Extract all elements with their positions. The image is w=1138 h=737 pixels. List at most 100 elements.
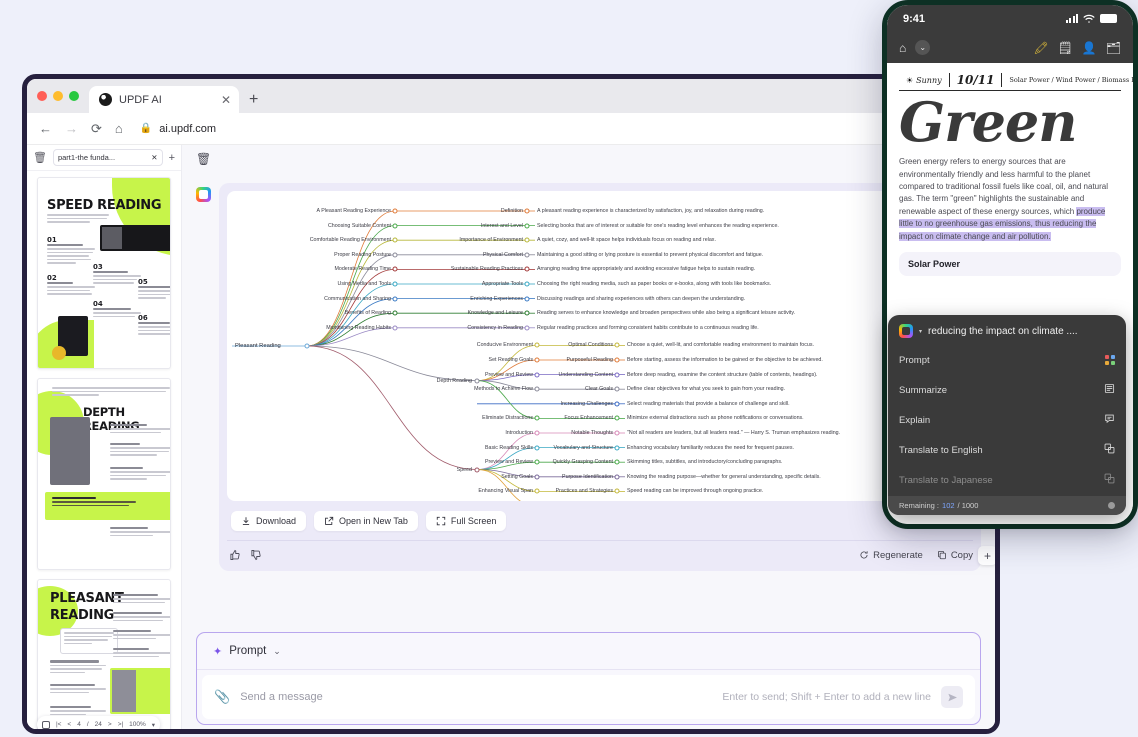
mindmap-node[interactable] bbox=[524, 281, 530, 287]
pages-icon[interactable]: 🗂 bbox=[1106, 41, 1121, 55]
open-in-new-tab-label: Open in New Tab bbox=[339, 516, 408, 526]
mindmap-node[interactable] bbox=[614, 357, 620, 363]
remaining-label: Remaining : bbox=[899, 501, 940, 510]
close-icon[interactable]: ✕ bbox=[151, 153, 157, 162]
zoom-level[interactable]: 100% bbox=[129, 721, 146, 728]
page-thumbnail[interactable]: PLEASANT READING bbox=[37, 579, 171, 729]
document-tab[interactable]: part1-the funda... ✕ bbox=[52, 149, 163, 166]
page-thumbnail[interactable]: SPEED READING 01 02 03 04 05 06 bbox=[37, 177, 171, 369]
page-thumbnail-list[interactable]: SPEED READING 01 02 03 04 05 06 DEPTH RE… bbox=[27, 171, 181, 729]
chevron-down-icon[interactable]: ⌄ bbox=[273, 646, 281, 657]
ai-menu-item-prompt[interactable]: Prompt bbox=[888, 345, 1126, 375]
mindmap-label: Importance of Environment bbox=[459, 237, 523, 244]
mindmap-node[interactable] bbox=[614, 445, 620, 451]
mindmap-node[interactable] bbox=[614, 415, 620, 421]
maximize-window-button[interactable] bbox=[69, 91, 79, 101]
mindmap-node[interactable] bbox=[524, 208, 530, 214]
chevron-down-icon[interactable]: ⌄ bbox=[915, 40, 931, 55]
home-icon[interactable]: ⌂ bbox=[115, 121, 123, 136]
composer-mode-label: Prompt bbox=[229, 645, 267, 657]
mindmap-label: Speed bbox=[456, 466, 472, 473]
full-screen-button[interactable]: Full Screen bbox=[425, 511, 507, 531]
copy-button[interactable]: Copy bbox=[937, 550, 973, 561]
back-icon[interactable]: ← bbox=[39, 121, 52, 136]
page-navigation-bar[interactable]: |< < 4 / 24 > >| 100% ▾ bbox=[37, 716, 160, 729]
page-thumbnail[interactable]: DEPTH READING bbox=[37, 378, 171, 570]
minimize-window-button[interactable] bbox=[53, 91, 63, 101]
mindmap-node[interactable] bbox=[614, 488, 620, 494]
ai-menu-item-explain[interactable]: Explain bbox=[888, 405, 1126, 435]
close-window-button[interactable] bbox=[37, 91, 47, 101]
chevron-down-icon[interactable]: ▾ bbox=[152, 721, 155, 729]
ai-menu-item-summarize[interactable]: Summarize bbox=[888, 375, 1126, 405]
mindmap-node[interactable] bbox=[524, 296, 530, 302]
last-page-button[interactable]: >| bbox=[118, 721, 123, 728]
home-icon[interactable]: ⌂ bbox=[899, 41, 906, 55]
mindmap-node[interactable] bbox=[614, 459, 620, 465]
previous-page-button[interactable]: < bbox=[67, 721, 71, 728]
info-icon[interactable] bbox=[1108, 502, 1115, 509]
highlighter-icon[interactable]: 🖍 bbox=[1033, 41, 1048, 55]
zoom-in-button[interactable]: + bbox=[978, 546, 995, 565]
mindmap-label: Notable Thoughts bbox=[571, 430, 613, 436]
first-page-button[interactable]: |< bbox=[56, 721, 61, 728]
mindmap-label: Maintaining a good sitting or lying post… bbox=[537, 251, 764, 258]
signature-icon[interactable]: 👤 bbox=[1082, 41, 1097, 55]
mindmap-label: Vocabulary and Structure bbox=[553, 444, 613, 451]
ai-menu-header: ▾ reducing the impact on climate .... bbox=[888, 315, 1126, 345]
regenerate-button[interactable]: Regenerate bbox=[859, 550, 923, 561]
mindmap-node[interactable] bbox=[474, 467, 480, 472]
composer-hint: Enter to send; Shift + Enter to add a ne… bbox=[722, 691, 931, 703]
mindmap-label: Enriching Experiences bbox=[470, 295, 523, 302]
mindmap-label: Definition bbox=[500, 208, 523, 214]
mindmap-node[interactable] bbox=[524, 310, 530, 316]
new-tab-button[interactable]: + bbox=[249, 91, 258, 109]
mindmap-label: Select reading materials that provide a … bbox=[627, 400, 790, 407]
browser-tab[interactable]: UPDF AI ✕ bbox=[89, 86, 239, 113]
copy-label: Copy bbox=[950, 549, 973, 561]
reload-icon[interactable]: ⟳ bbox=[91, 121, 102, 137]
thumbs-down-icon[interactable] bbox=[250, 549, 262, 561]
mindmap-node[interactable] bbox=[614, 342, 620, 348]
paperclip-icon[interactable]: 📎 bbox=[214, 689, 230, 705]
document-sidebar: 🗑 part1-the funda... ✕ + SPEED READING 0… bbox=[27, 145, 182, 729]
forward-icon[interactable]: → bbox=[65, 121, 78, 136]
send-button[interactable] bbox=[941, 686, 963, 708]
mindmap-node[interactable] bbox=[524, 237, 530, 243]
mindmap-node[interactable] bbox=[614, 401, 620, 407]
ai-menu-item-translate-english[interactable]: Translate to English bbox=[888, 435, 1126, 465]
chevron-down-icon[interactable]: ▾ bbox=[919, 328, 922, 335]
open-in-new-tab-button[interactable]: Open in New Tab bbox=[314, 511, 418, 531]
mindmap-node[interactable] bbox=[524, 325, 530, 331]
mindmap-node[interactable] bbox=[524, 252, 530, 258]
mindmap-node[interactable] bbox=[614, 474, 620, 480]
weather-label: Sunny bbox=[916, 75, 942, 85]
mindmap-node[interactable] bbox=[524, 266, 530, 272]
address-bar[interactable]: 🔒 ai.updf.com bbox=[140, 123, 216, 135]
current-page-number[interactable]: 4 bbox=[77, 721, 81, 728]
mindmap-node[interactable] bbox=[614, 386, 620, 392]
remaining-total: / 1000 bbox=[957, 501, 979, 510]
browser-tab-title: UPDF AI bbox=[119, 93, 162, 106]
mindmap-node[interactable] bbox=[524, 223, 530, 229]
mindmap-label: Consistency in Reading bbox=[467, 324, 523, 331]
page-layout-icon[interactable] bbox=[41, 720, 50, 729]
composer-mode-row[interactable]: ✦ Prompt ⌄ bbox=[197, 633, 980, 670]
download-button[interactable]: Download bbox=[231, 511, 307, 531]
trash-icon[interactable]: 🗑 bbox=[196, 152, 211, 166]
mindmap-canvas[interactable]: Pleasant Reading A Pleasant Reading Exper… bbox=[227, 191, 973, 501]
trash-icon[interactable]: 🗑 bbox=[33, 151, 47, 164]
mindmap-node[interactable] bbox=[614, 430, 620, 436]
sticky-note-icon[interactable]: 🗒 bbox=[1058, 41, 1073, 55]
add-document-button[interactable]: + bbox=[169, 152, 175, 164]
mindmap-node[interactable] bbox=[474, 378, 480, 384]
thumbs-up-icon[interactable] bbox=[229, 549, 241, 561]
close-icon[interactable]: ✕ bbox=[221, 94, 231, 106]
next-page-button[interactable]: > bbox=[108, 721, 112, 728]
fullscreen-icon bbox=[436, 516, 446, 526]
mindmap-node[interactable] bbox=[614, 372, 620, 378]
message-input-row[interactable]: 📎 Send a message Enter to send; Shift + … bbox=[202, 675, 975, 719]
ai-menu-item-translate-japanese[interactable]: Translate to Japanese bbox=[888, 465, 1126, 495]
message-input[interactable]: Send a message bbox=[240, 691, 323, 703]
external-link-icon bbox=[325, 516, 334, 525]
